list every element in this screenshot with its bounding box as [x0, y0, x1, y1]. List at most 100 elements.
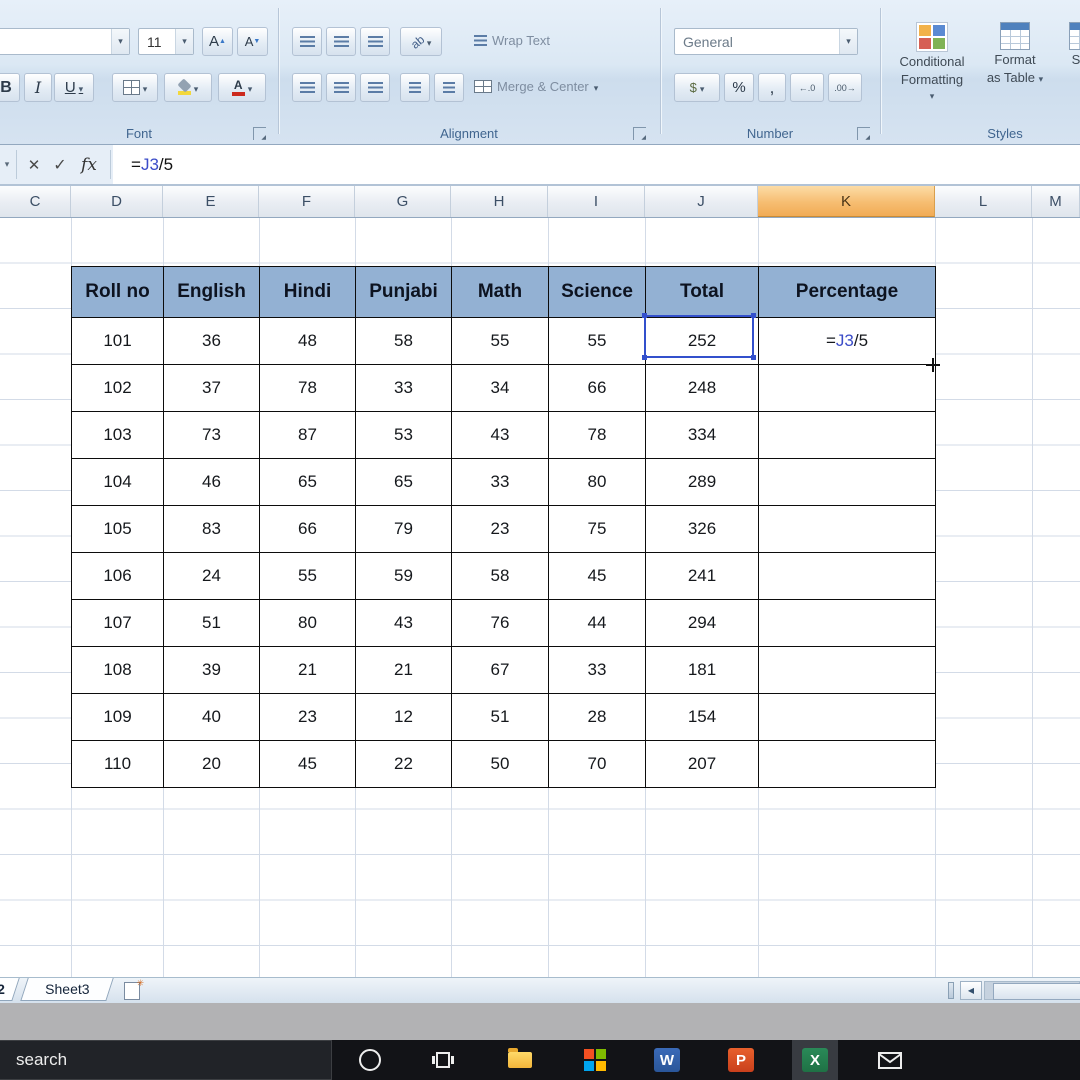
align-middle-button[interactable]: [326, 27, 356, 56]
cell-percentage[interactable]: [758, 458, 936, 506]
bold-button[interactable]: B: [0, 73, 20, 102]
align-left-button[interactable]: [292, 73, 322, 102]
cell[interactable]: 70: [548, 740, 646, 788]
underline-button[interactable]: U: [54, 73, 94, 102]
cell[interactable]: 102: [71, 364, 164, 412]
number-format-combo[interactable]: General: [674, 28, 858, 55]
cell[interactable]: 59: [355, 552, 452, 600]
formula-input[interactable]: = J3/5: [113, 145, 1080, 184]
cell[interactable]: 106: [71, 552, 164, 600]
excel-button[interactable]: X: [792, 1040, 838, 1080]
orientation-button[interactable]: ab: [400, 27, 442, 56]
cell[interactable]: 108: [71, 646, 164, 694]
sheet-tab-sheet3[interactable]: Sheet3: [20, 978, 114, 1001]
microsoft-store-button[interactable]: [572, 1040, 618, 1080]
cell[interactable]: 66: [259, 505, 356, 553]
chevron-down-icon[interactable]: [700, 80, 705, 95]
cell[interactable]: 207: [645, 740, 759, 788]
cell[interactable]: 20: [163, 740, 260, 788]
chevron-down-icon[interactable]: [427, 33, 432, 51]
align-right-button[interactable]: [360, 73, 390, 102]
cell[interactable]: 23: [259, 693, 356, 741]
cell[interactable]: 83: [163, 505, 260, 553]
word-button[interactable]: W: [644, 1040, 690, 1080]
cell[interactable]: 73: [163, 411, 260, 459]
font-size-combo[interactable]: 11: [138, 28, 194, 55]
conditional-formatting-button[interactable]: Conditional Formatting: [898, 22, 966, 103]
table-header-science[interactable]: Science: [548, 266, 646, 318]
cell[interactable]: 43: [451, 411, 549, 459]
cell-styles-button-partial[interactable]: S: [1066, 22, 1080, 68]
file-explorer-button[interactable]: [497, 1040, 543, 1080]
cell[interactable]: 39: [163, 646, 260, 694]
column-header-C[interactable]: C: [0, 186, 71, 217]
cell[interactable]: 28: [548, 693, 646, 741]
borders-button[interactable]: [112, 73, 158, 102]
cell[interactable]: 12: [355, 693, 452, 741]
cell[interactable]: 80: [259, 599, 356, 647]
wrap-text-button[interactable]: Wrap Text: [474, 33, 594, 48]
fill-color-button[interactable]: [164, 73, 212, 102]
horizontal-scrollbar[interactable]: [984, 981, 1080, 1000]
cell[interactable]: 334: [645, 411, 759, 459]
cell[interactable]: 154: [645, 693, 759, 741]
scrollbar-thumb[interactable]: [993, 983, 1080, 1000]
cell[interactable]: 34: [451, 364, 549, 412]
cell[interactable]: 294: [645, 599, 759, 647]
cell-percentage[interactable]: [758, 505, 936, 553]
align-center-button[interactable]: [326, 73, 356, 102]
increase-decimal-button[interactable]: ←.0: [790, 73, 824, 102]
decrease-indent-button[interactable]: [400, 73, 430, 102]
name-box-dropdown-partial[interactable]: ▾: [0, 145, 14, 184]
cell[interactable]: 58: [355, 317, 452, 365]
cell[interactable]: 21: [259, 646, 356, 694]
cell[interactable]: 51: [163, 599, 260, 647]
powerpoint-button[interactable]: P: [718, 1040, 764, 1080]
cell[interactable]: 44: [548, 599, 646, 647]
cell[interactable]: 45: [259, 740, 356, 788]
cell[interactable]: 104: [71, 458, 164, 506]
cell[interactable]: 79: [355, 505, 452, 553]
accounting-format-button[interactable]: $: [674, 73, 720, 102]
cell[interactable]: 289: [645, 458, 759, 506]
column-header-G[interactable]: G: [355, 186, 451, 217]
cell-percentage[interactable]: [758, 552, 936, 600]
align-top-button[interactable]: [292, 27, 322, 56]
cell[interactable]: 78: [259, 364, 356, 412]
cell[interactable]: 76: [451, 599, 549, 647]
cell-percentage[interactable]: [758, 599, 936, 647]
cell-percentage[interactable]: [758, 740, 936, 788]
chevron-down-icon[interactable]: [194, 79, 199, 97]
align-bottom-button[interactable]: [360, 27, 390, 56]
column-header-F[interactable]: F: [259, 186, 355, 217]
cell[interactable]: 103: [71, 411, 164, 459]
cell[interactable]: 248: [645, 364, 759, 412]
cell[interactable]: 51: [451, 693, 549, 741]
cell[interactable]: 66: [548, 364, 646, 412]
cell[interactable]: 105: [71, 505, 164, 553]
cell[interactable]: 65: [259, 458, 356, 506]
cell[interactable]: 75: [548, 505, 646, 553]
column-header-J[interactable]: J: [645, 186, 758, 217]
enter-button[interactable]: ✓: [48, 145, 72, 184]
table-header-hindi[interactable]: Hindi: [259, 266, 356, 318]
decrease-decimal-button[interactable]: .00→: [828, 73, 862, 102]
cell[interactable]: 58: [451, 552, 549, 600]
scroll-left-button[interactable]: [960, 981, 982, 1000]
cell[interactable]: 65: [355, 458, 452, 506]
table-header-roll-no[interactable]: Roll no: [71, 266, 164, 318]
cell[interactable]: 46: [163, 458, 260, 506]
cell[interactable]: 45: [548, 552, 646, 600]
cell-percentage[interactable]: [758, 693, 936, 741]
cell[interactable]: 67: [451, 646, 549, 694]
cell[interactable]: 53: [355, 411, 452, 459]
table-header-punjabi[interactable]: Punjabi: [355, 266, 452, 318]
mail-button[interactable]: [867, 1040, 913, 1080]
cell[interactable]: 33: [548, 646, 646, 694]
cell-percentage[interactable]: [758, 646, 936, 694]
chevron-down-icon[interactable]: [79, 79, 84, 96]
cell-formula-editing[interactable]: =J3/5: [758, 317, 936, 365]
cell[interactable]: 21: [355, 646, 452, 694]
font-dialog-launcher[interactable]: [253, 127, 266, 141]
table-header-math[interactable]: Math: [451, 266, 549, 318]
